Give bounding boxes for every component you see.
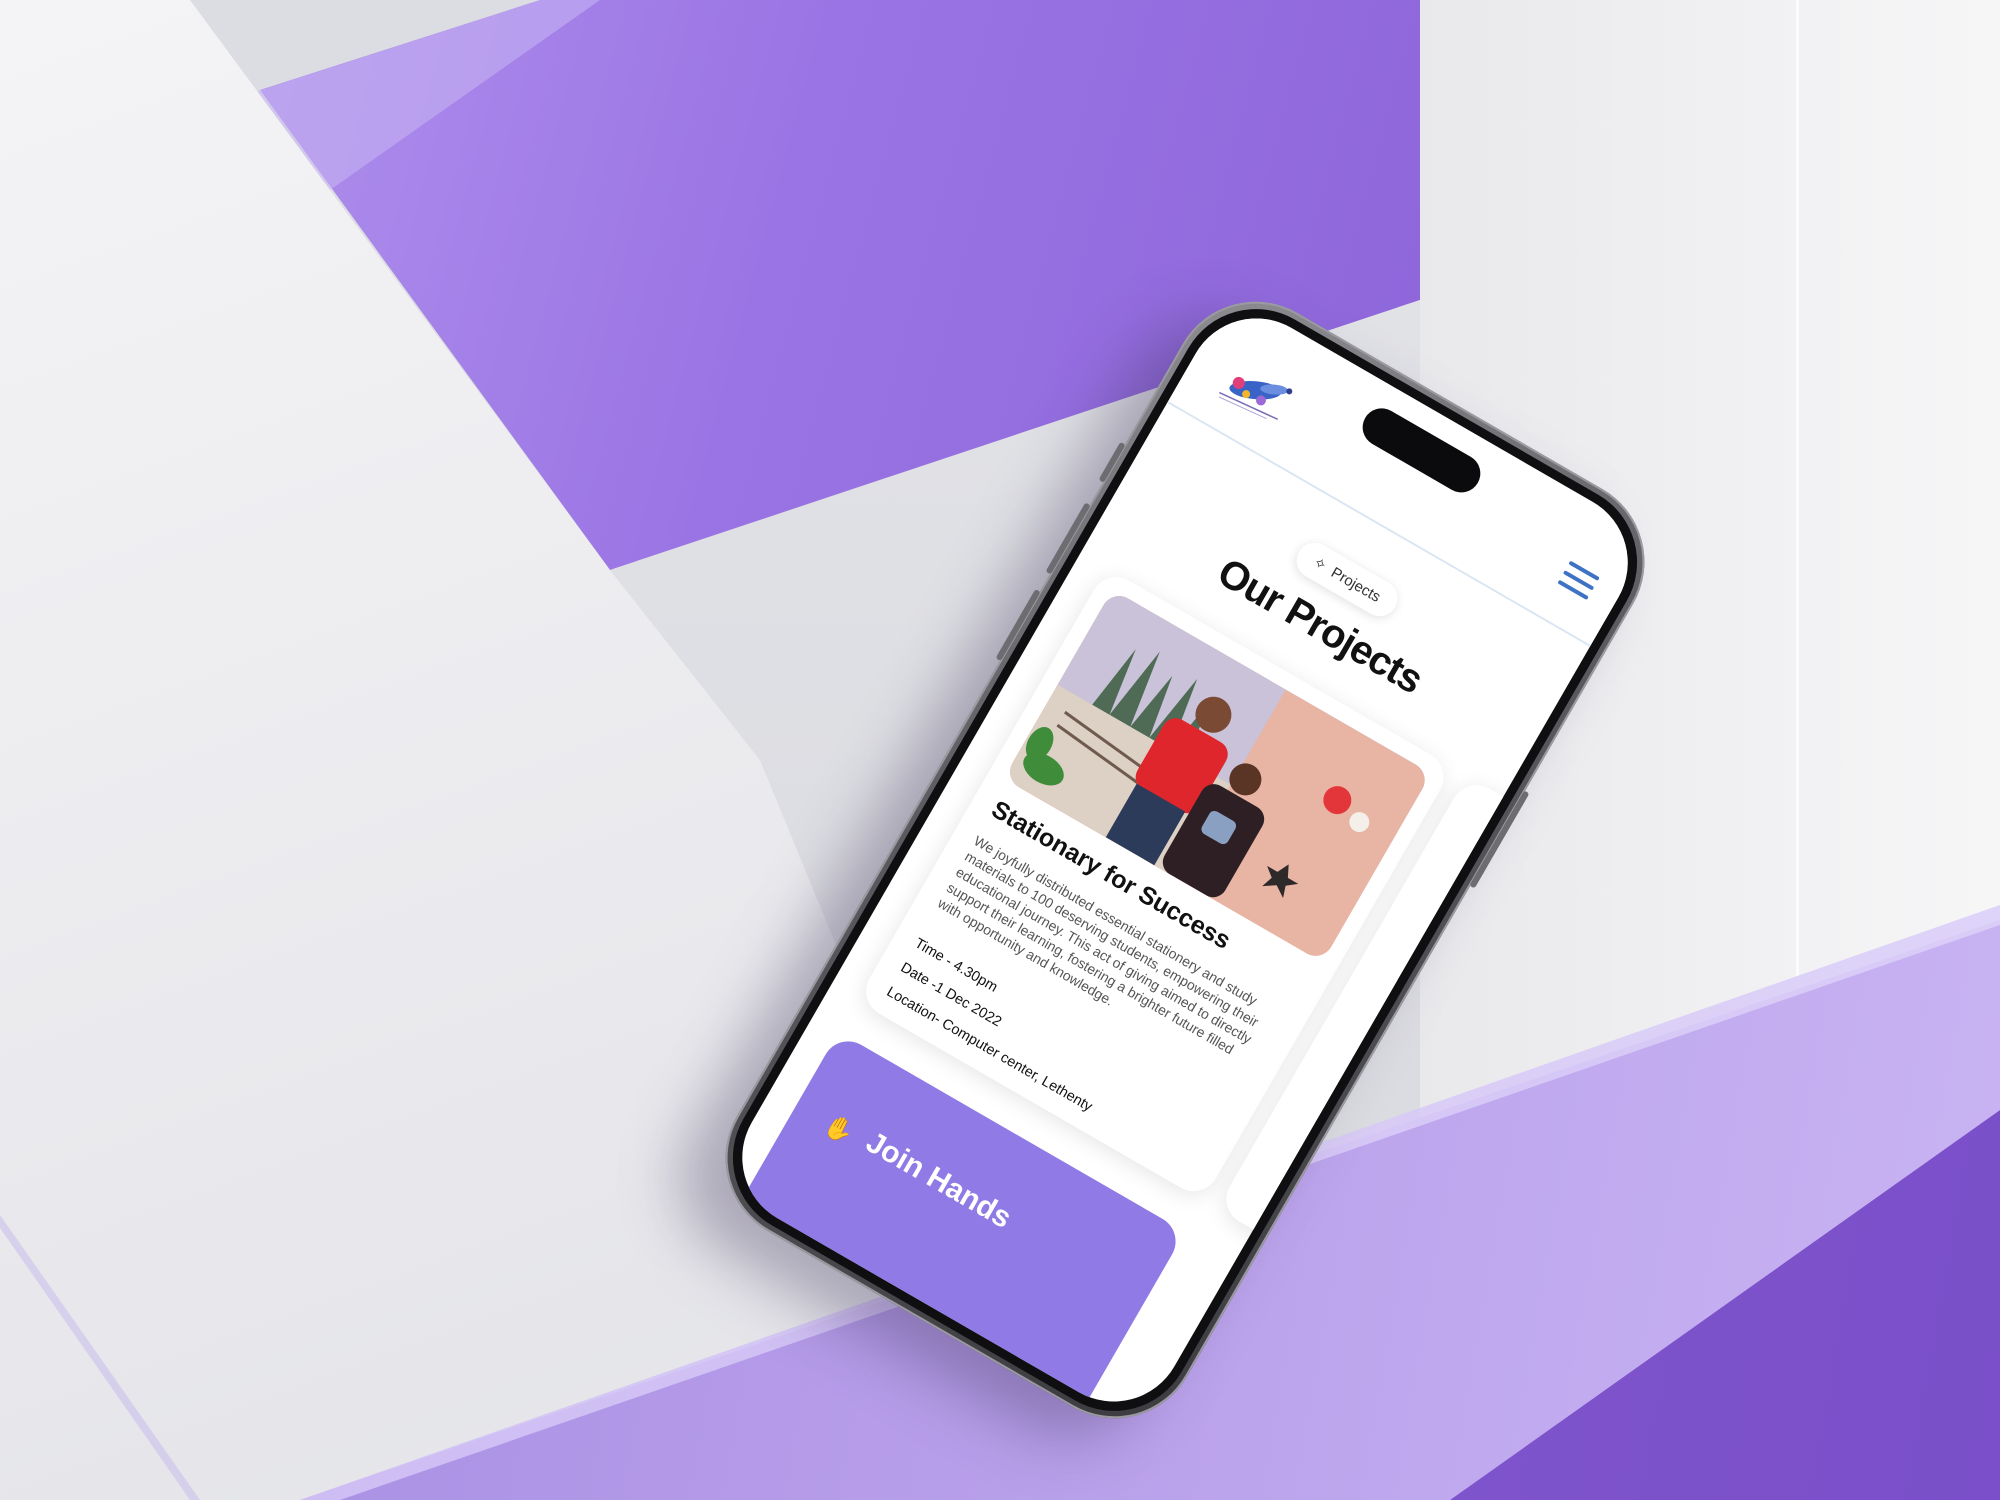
logo-rocket-icon — [1218, 376, 1293, 421]
hand-heart-icon: ✋ — [819, 1110, 859, 1149]
sparkle-icon: ✧ — [1310, 553, 1330, 575]
brand-logo[interactable] — [1210, 345, 1316, 441]
join-hands-title: Join Hands — [860, 1125, 1017, 1235]
section-pill-label: Projects — [1328, 563, 1384, 606]
hamburger-menu-icon[interactable] — [1557, 560, 1600, 601]
